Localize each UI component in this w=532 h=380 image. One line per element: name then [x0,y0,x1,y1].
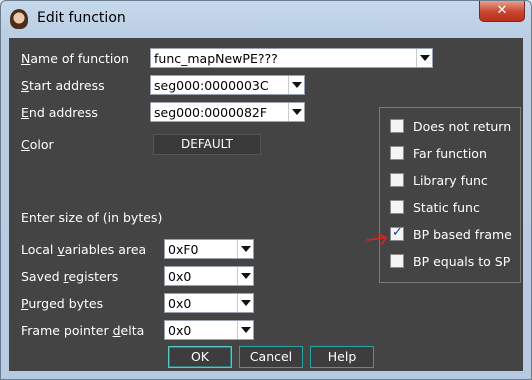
color-label: Color [21,137,54,152]
bp-based-frame-checkbox[interactable] [390,225,404,241]
far-function-label: Far function [413,146,487,161]
ok-button[interactable]: OK [168,346,232,368]
cancel-button[interactable]: Cancel [239,346,303,368]
name-of-function-combo[interactable]: func_mapNewPE??? [150,48,433,68]
dialog-body: Name of function func_mapNewPE??? Start … [9,38,523,371]
local-variables-value: 0xF0 [168,242,199,257]
help-button[interactable]: Help [310,346,374,368]
bp-equals-to-sp-label: BP equals to SP [413,254,511,269]
name-of-function-value: func_mapNewPE??? [154,51,278,66]
color-button[interactable]: DEFAULT [153,134,261,155]
static-func-label: Static func [413,200,480,215]
local-variables-label: Local variables area [21,242,147,257]
edit-function-dialog: Edit function ✕ Name of function func_ma… [0,0,532,380]
app-icon [10,9,28,29]
does-not-return-checkbox[interactable] [390,119,404,133]
does-not-return-label: Does not return [413,119,512,134]
chevron-down-icon[interactable] [237,267,253,285]
chevron-down-icon[interactable] [288,103,304,121]
size-heading: Enter size of (in bytes) [21,210,163,225]
chevron-down-icon[interactable] [237,240,253,258]
chevron-down-icon[interactable] [237,294,253,312]
end-address-value: seg000:0000082F [154,105,268,120]
saved-registers-value: 0x0 [168,269,192,284]
chevron-down-icon[interactable] [237,321,253,339]
start-address-combo[interactable]: seg000:0000003C [150,75,305,95]
purged-bytes-value: 0x0 [168,296,192,311]
bp-equals-to-sp-checkbox[interactable] [390,254,404,268]
local-variables-combo[interactable]: 0xF0 [164,239,254,259]
start-address-label: Start address [21,78,105,93]
bp-based-frame-label: BP based frame [413,227,512,242]
saved-registers-combo[interactable]: 0x0 [164,266,254,286]
library-func-label: Library func [413,173,488,188]
end-address-combo[interactable]: seg000:0000082F [150,102,305,122]
end-address-label: End address [21,105,98,120]
chevron-down-icon[interactable] [416,49,432,67]
red-arrow-annotation-icon [366,233,388,245]
static-func-checkbox[interactable] [390,200,404,214]
title-bar[interactable]: Edit function ✕ [1,1,531,37]
close-button[interactable]: ✕ [479,1,525,22]
saved-registers-label: Saved registers [21,269,119,284]
frame-pointer-delta-combo[interactable]: 0x0 [164,320,254,340]
start-address-value: seg000:0000003C [154,78,269,93]
chevron-down-icon[interactable] [288,76,304,94]
name-of-function-label: Name of function [21,51,129,66]
frame-pointer-delta-label: Frame pointer delta [21,323,145,338]
purged-bytes-combo[interactable]: 0x0 [164,293,254,313]
function-flags-group: Does not return Far function Library fun… [379,107,521,283]
frame-pointer-delta-value: 0x0 [168,323,192,338]
library-func-checkbox[interactable] [390,173,404,187]
window-title: Edit function [37,10,126,26]
far-function-checkbox[interactable] [390,146,404,160]
purged-bytes-label: Purged bytes [21,296,104,311]
